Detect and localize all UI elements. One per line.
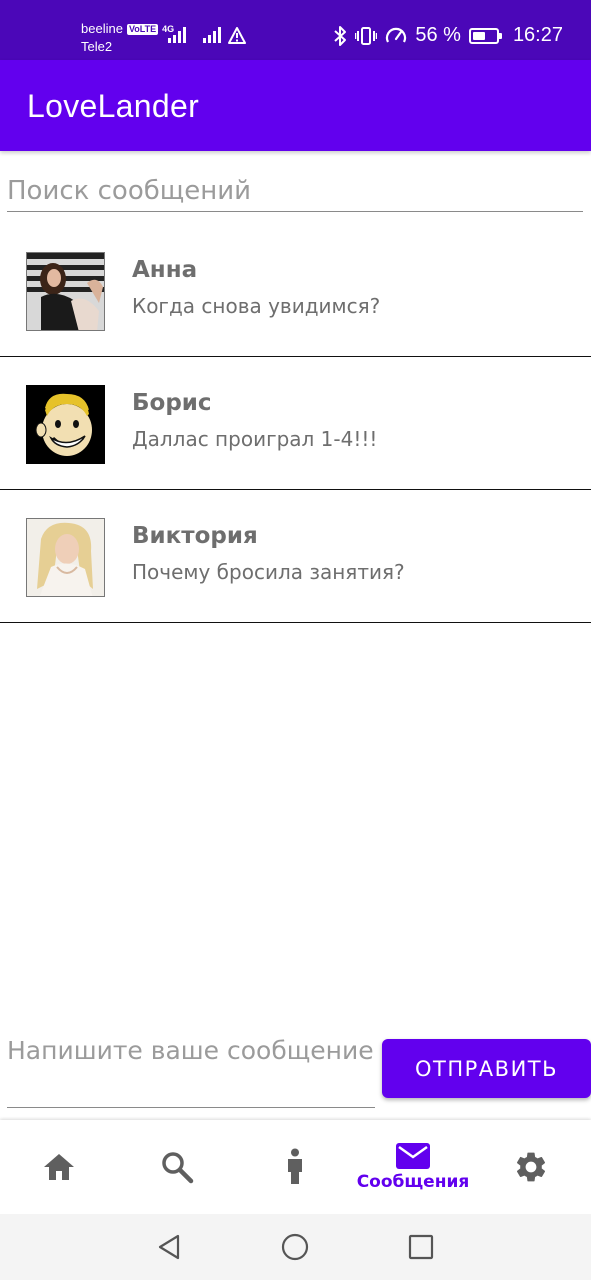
nav-item-messages[interactable]: Сообщения (354, 1120, 472, 1214)
vibrate-icon (355, 26, 378, 45)
volte-badge: VoLTE (126, 23, 159, 35)
chat-list-item-anna[interactable]: Анна Когда снова увидимся? (0, 224, 591, 357)
chat-list-item-viktoria[interactable]: Виктория Почему бросила занятия? (0, 490, 591, 623)
home-circle-icon[interactable] (280, 1232, 310, 1262)
clock: 16:27 (512, 24, 563, 46)
carrier-name-2: Tele2 (81, 39, 113, 54)
chat-last-message: Когда снова увидимся? (132, 294, 381, 318)
signal-icon-2 (203, 27, 221, 43)
screen: beeline VoLTE 4G Tele2 56 % 16:27 LoveLa… (0, 0, 591, 1280)
chat-last-message: Даллас проиграл 1-4!!! (132, 427, 378, 451)
signal-icon (168, 27, 186, 43)
nav-item-home[interactable] (0, 1120, 118, 1214)
avatar (26, 385, 105, 464)
recents-icon[interactable] (406, 1232, 436, 1262)
chat-list-item-boris[interactable]: Борис Даллас проиграл 1-4!!! (0, 357, 591, 490)
chat-name: Борис (132, 390, 212, 416)
carrier-info: beeline VoLTE 4G Tele2 (81, 20, 174, 56)
battery-icon (468, 27, 502, 44)
app-bar: LoveLander (0, 60, 591, 151)
message-input[interactable] (7, 1034, 375, 1108)
bottom-nav: Сообщения (0, 1120, 591, 1214)
search-input[interactable] (7, 170, 583, 212)
nav-item-profile[interactable] (236, 1120, 354, 1214)
gear-icon (516, 1152, 546, 1182)
battery-percent: 56 % (415, 24, 461, 46)
nav-item-settings[interactable] (472, 1120, 590, 1214)
carrier-name-1: beeline (81, 21, 123, 36)
avatar (26, 518, 105, 597)
nav-label-messages: Сообщения (356, 1172, 470, 1192)
chat-name: Виктория (132, 523, 258, 549)
app-title: LoveLander (27, 88, 200, 124)
send-button[interactable]: ОТПРАВИТЬ (382, 1039, 591, 1098)
bluetooth-icon (334, 25, 347, 46)
nav-item-search[interactable] (118, 1120, 236, 1214)
avatar (26, 252, 105, 331)
status-bar: beeline VoLTE 4G Tele2 56 % 16:27 (0, 0, 591, 60)
back-icon[interactable] (154, 1232, 184, 1262)
warning-icon (228, 27, 246, 44)
search-icon (162, 1152, 194, 1184)
speed-icon (386, 27, 407, 43)
person-icon (288, 1148, 302, 1184)
home-icon (44, 1154, 74, 1180)
chat-name: Анна (132, 257, 198, 283)
mail-icon (396, 1143, 430, 1169)
status-right: 56 % 16:27 (333, 24, 563, 47)
chat-last-message: Почему бросила занятия? (132, 560, 405, 584)
system-nav-bar (0, 1214, 591, 1280)
